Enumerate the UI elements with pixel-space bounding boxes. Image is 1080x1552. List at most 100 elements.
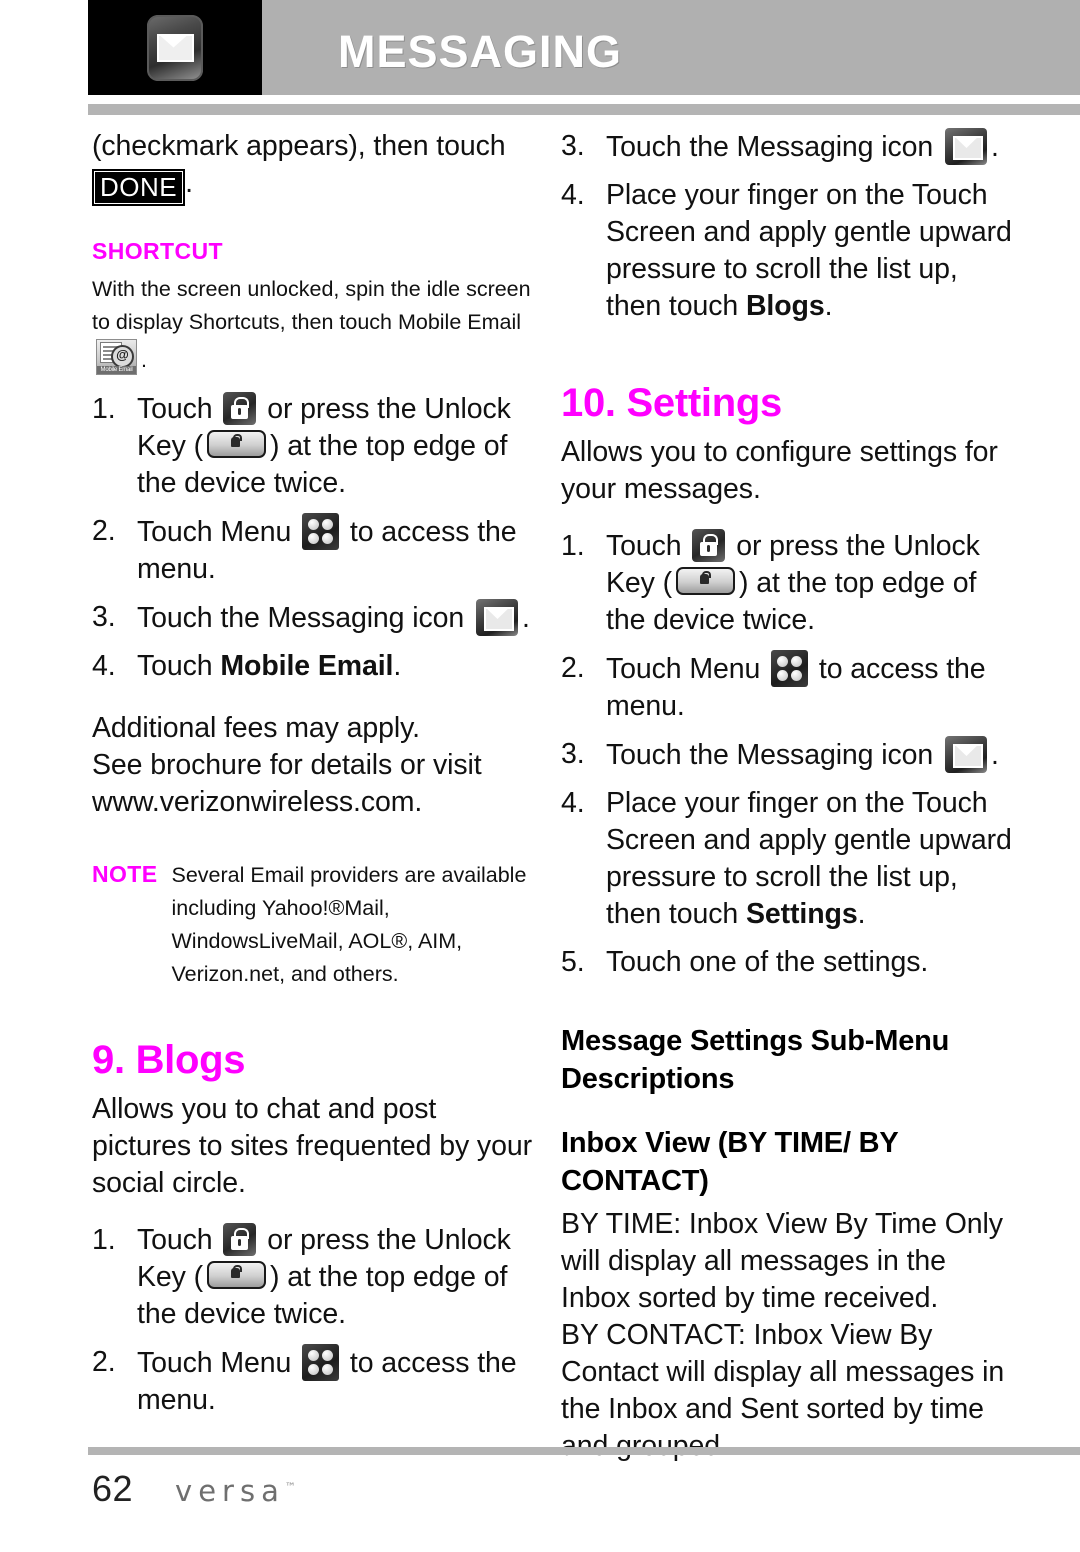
step-item: 3. Touch the Messaging icon . (561, 736, 1013, 774)
step-item: 2. Touch Menu to access the menu. (92, 513, 540, 588)
step-text-2: . (393, 650, 402, 682)
page-number: 62 (92, 1468, 134, 1509)
step-number: 2. (92, 1346, 116, 1378)
manual-page: MESSAGING (checkmark appears), then touc… (0, 0, 1080, 1552)
blogs-steps: 1. Touch or press the Unlock Key () at t… (92, 1222, 540, 1419)
fees-note: Additional fees may apply. See brochure … (92, 710, 540, 821)
left-column: (checkmark appears), then touch DONE. SH… (92, 128, 540, 1430)
step-item: 3. Touch the Messaging icon . (92, 599, 540, 637)
step-number: 4. (561, 179, 585, 211)
step-text-1: Touch the Messaging icon (137, 602, 472, 634)
step-text-2: . (990, 131, 999, 163)
step-text-1: Touch (137, 393, 221, 425)
settings-intro: Allows you to configure settings for you… (561, 436, 998, 505)
brand-name: versa (175, 1474, 285, 1508)
step-number: 1. (561, 530, 585, 562)
step-number: 5. (561, 946, 585, 978)
mobile-email-steps: 1. Touch or press the Unlock Key () at t… (92, 391, 540, 685)
step-text-1: Touch the Messaging icon (606, 131, 941, 163)
step-text-1: Touch one of the settings. (606, 946, 929, 978)
note-line: WindowsLiveMail, AOL®, AIM, (171, 929, 463, 953)
messaging-icon[interactable] (475, 599, 518, 636)
step-number: 3. (92, 601, 116, 633)
messaging-icon[interactable] (944, 736, 987, 773)
fees-line: See brochure for details or visit (92, 749, 482, 781)
fees-line: www.verizonwireless.com. (92, 786, 423, 818)
step-item: 5. Touch one of the settings. (561, 944, 1013, 981)
header-divider (88, 104, 1080, 115)
continued-text-after: . (185, 167, 193, 199)
brand-logo: versa™ (175, 1474, 302, 1508)
blogs-steps-continued: 3. Touch the Messaging icon . 4. Place y… (561, 128, 1013, 325)
step-item: 2. Touch Menu to access the menu. (92, 1344, 540, 1419)
menu-grid-icon[interactable] (771, 650, 809, 687)
messaging-icon[interactable] (944, 128, 987, 165)
unlock-key-icon[interactable] (207, 1261, 267, 1289)
step-number: 2. (561, 652, 585, 684)
page-header: MESSAGING (88, 0, 1080, 95)
step-text-2: . (824, 290, 833, 322)
settings-heading: 10. Settings (561, 381, 782, 425)
continued-text-before: (checkmark appears), then touch (92, 130, 506, 162)
submenu-heading: Message Settings Sub-Menu Descriptions (561, 1025, 950, 1095)
shortcut-text: With the screen unlocked, spin the idle … (92, 273, 540, 377)
unlock-key-icon[interactable] (207, 430, 267, 458)
step-emphasis: Settings (745, 898, 858, 930)
done-badge[interactable]: DONE (92, 169, 186, 206)
at-sign-glyph: @ (111, 345, 134, 368)
fees-line: Additional fees may apply. (92, 712, 420, 744)
note-block: NOTE Several Email providers are availab… (92, 859, 540, 991)
step-text-2: . (857, 898, 866, 930)
step-item: 4. Place your finger on the Touch Screen… (561, 785, 1013, 933)
blogs-heading: 9. Blogs (92, 1038, 246, 1082)
menu-grid-icon[interactable] (302, 1344, 340, 1381)
step-text-1: Touch (606, 530, 690, 562)
footer-divider (88, 1447, 1080, 1455)
inbox-view-body-contact: BY CONTACT: Inbox View By Contact will d… (561, 1319, 1005, 1462)
step-item: 1. Touch or press the Unlock Key () at t… (92, 1222, 540, 1333)
step-item: 3. Touch the Messaging icon . (561, 128, 1013, 166)
step-number: 2. (92, 515, 116, 547)
step-item: 1. Touch or press the Unlock Key () at t… (561, 528, 1013, 639)
step-emphasis: Blogs (745, 290, 825, 322)
menu-grid-icon[interactable] (302, 513, 340, 550)
settings-steps: 1. Touch or press the Unlock Key () at t… (561, 528, 1013, 981)
step-text-1: Touch (137, 1224, 221, 1256)
step-number: 3. (561, 130, 585, 162)
step-text-1: Touch the Messaging icon (606, 739, 941, 771)
messaging-envelope-icon (147, 14, 203, 81)
lock-icon[interactable] (223, 1223, 257, 1256)
shortcut-text-end: . (141, 348, 147, 372)
lock-icon[interactable] (223, 392, 257, 425)
envelope-glyph (156, 33, 194, 62)
step-item: 2. Touch Menu to access the menu. (561, 650, 1013, 725)
blogs-intro: Allows you to chat and post pictures to … (92, 1093, 532, 1199)
step-number: 3. (561, 738, 585, 770)
note-label: NOTE (92, 861, 158, 887)
step-item: 4. Touch Mobile Email. (92, 648, 540, 685)
shortcut-label: SHORTCUT (92, 238, 223, 264)
step-text-1: Touch Menu (137, 516, 300, 548)
mobile-email-icon: @ Mobile Email (96, 339, 137, 375)
page-footer: 62 versa™ (92, 1468, 302, 1510)
note-body: Several Email providers are available in… (172, 859, 527, 991)
unlock-key-icon[interactable] (676, 567, 736, 595)
step-item: 4. Place your finger on the Touch Screen… (561, 177, 1013, 325)
right-column: 3. Touch the Messaging icon . 4. Place y… (561, 128, 1013, 1465)
note-line: Verizon.net, and others. (171, 962, 399, 986)
page-title: MESSAGING (338, 26, 623, 77)
continued-paragraph: (checkmark appears), then touch DONE. (92, 128, 540, 206)
step-number: 4. (561, 787, 585, 819)
step-emphasis: Mobile Email (220, 650, 394, 682)
step-number: 1. (92, 393, 116, 425)
inbox-view-body-time: BY TIME: Inbox View By Time Only will di… (561, 1208, 1003, 1314)
header-icon-box (88, 0, 262, 95)
trademark-symbol: ™ (284, 1480, 302, 1494)
step-text-2: . (521, 602, 530, 634)
step-number: 4. (92, 650, 116, 682)
lock-icon[interactable] (692, 529, 726, 562)
shortcut-text-body: With the screen unlocked, spin the idle … (92, 277, 531, 334)
step-text-1: Touch Menu (606, 653, 769, 685)
step-number: 1. (92, 1224, 116, 1256)
note-line: Several Email providers are available (171, 863, 527, 887)
